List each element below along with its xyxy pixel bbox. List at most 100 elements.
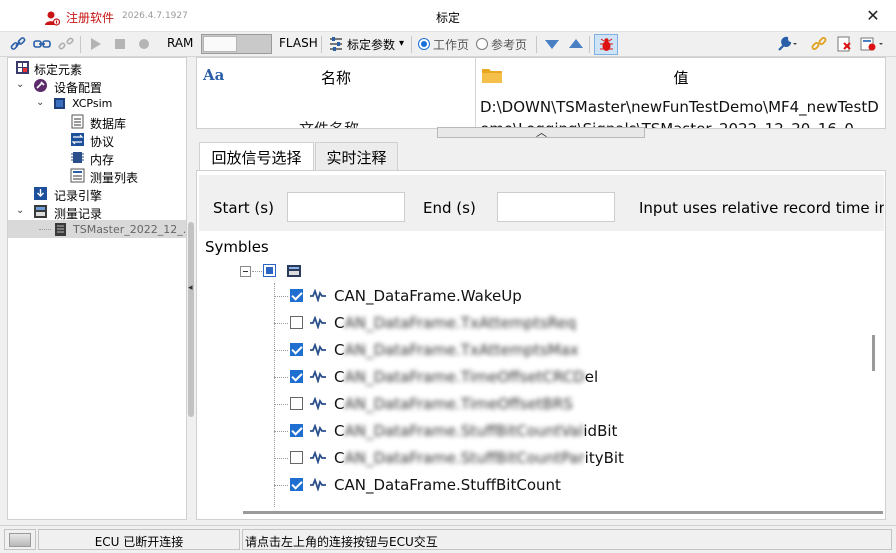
debug-button[interactable] xyxy=(594,34,618,55)
toggle-knob xyxy=(203,36,237,52)
scrollbar-thumb[interactable] xyxy=(243,511,883,514)
protocol-icon xyxy=(71,133,84,146)
ram-flash-toggle[interactable] xyxy=(201,34,272,54)
signal-name-redacted: AN_DataFrame.StuffBitCountPar xyxy=(344,449,585,467)
signal-name-suffix: el xyxy=(584,368,599,386)
horizontal-scrollbar[interactable] xyxy=(201,508,883,518)
chevron-down-icon[interactable]: ⌄ xyxy=(16,205,24,216)
signal-row[interactable]: CAN_DataFrame.StuffBitCountParityBit xyxy=(274,445,864,472)
wrench-icon[interactable] xyxy=(776,35,798,54)
toolbar-separator xyxy=(589,36,590,53)
reference-page-label[interactable]: 参考页 xyxy=(491,36,527,53)
file-name-label: 文件名称 xyxy=(299,120,360,129)
signal-wave-icon xyxy=(310,397,326,410)
calib-params-dropdown[interactable]: 标定参数 xyxy=(347,36,395,53)
tree-guide-line xyxy=(252,271,262,272)
chevron-down-icon[interactable]: ⌄ xyxy=(16,79,24,90)
signal-checkbox[interactable] xyxy=(290,451,303,464)
signal-name: CAN_DataFrame.TxAttemptsReq xyxy=(334,314,576,332)
tree-guide-line xyxy=(274,296,288,297)
toolbar-separator xyxy=(321,36,322,53)
tab-realtime-annotation[interactable]: 实时注释 xyxy=(315,142,398,170)
signal-row[interactable]: CAN_DataFrame.StuffBitCountValidBit xyxy=(274,418,864,445)
value-column-header[interactable]: 值 xyxy=(476,67,885,88)
reference-page-radio[interactable] xyxy=(476,38,488,50)
signal-name-redacted: AN_DataFrame.TxAttemptsReq xyxy=(344,314,577,332)
tab-playback-signal-select[interactable]: 回放信号选择 xyxy=(199,142,314,170)
splitter-grip-bar[interactable]: ︿ xyxy=(437,124,645,140)
signal-checkbox[interactable] xyxy=(290,343,303,356)
signal-name-prefix: C xyxy=(334,422,345,440)
clear-icon[interactable] xyxy=(835,35,853,54)
signal-checkbox[interactable] xyxy=(290,370,303,383)
title-bar: 注册软件 2026.4.7.1927 标定 ✕ xyxy=(0,0,896,32)
relative-time-hint: Input uses relative record time in xyxy=(639,199,884,217)
window-title: 标定 xyxy=(435,11,460,25)
signal-list-scrollbar[interactable] xyxy=(867,261,881,511)
close-button[interactable]: ✕ xyxy=(860,4,886,28)
chevron-up-icon[interactable]: ︿ xyxy=(536,124,547,140)
signal-name-redacted: AN_DataFrame.StuffBitCountVal xyxy=(344,422,584,440)
signal-checkbox[interactable] xyxy=(290,316,303,329)
signal-name: CAN_DataFrame.StuffBitCount xyxy=(334,476,561,494)
signal-name: CAN_DataFrame.WakeUp xyxy=(334,287,522,305)
name-column-header[interactable]: 名称 xyxy=(197,67,475,88)
tree-guide-line xyxy=(274,377,288,378)
start-time-input[interactable] xyxy=(287,192,405,222)
disconnect-icon[interactable] xyxy=(57,35,75,54)
signal-wave-icon xyxy=(310,424,326,437)
signal-name: CAN_DataFrame.TxAttemptsMax xyxy=(334,341,579,359)
signal-checkbox[interactable] xyxy=(290,289,303,302)
collapse-panel-icon[interactable]: ◂ xyxy=(188,283,193,293)
tab-panel: Start (s) End (s) Input uses relative re… xyxy=(196,170,886,520)
status-icon-cell xyxy=(4,529,36,550)
calibration-root-icon xyxy=(16,61,29,74)
tab-strip: 回放信号选择 实时注释 xyxy=(196,140,886,170)
signal-row[interactable]: CAN_DataFrame.WakeUp xyxy=(274,283,864,310)
stop-icon[interactable] xyxy=(112,35,128,54)
database-icon xyxy=(71,114,84,129)
signal-wave-icon xyxy=(310,316,326,329)
play-icon[interactable] xyxy=(88,35,104,54)
measure-list-icon xyxy=(70,168,85,183)
ram-label: RAM xyxy=(167,36,194,50)
signal-row[interactable]: CAN_DataFrame.TimeOffsetBRS xyxy=(274,391,864,418)
signal-row[interactable]: CAN_DataFrame.StuffBitCount xyxy=(274,472,864,499)
collapse-node-icon[interactable] xyxy=(240,266,251,277)
record-icon[interactable] xyxy=(136,35,152,54)
calib-params-icon xyxy=(327,35,345,54)
signal-row[interactable]: CAN_DataFrame.TxAttemptsReq xyxy=(274,310,864,337)
signal-name-redacted: AN_DataFrame.TimeOffsetBRS xyxy=(344,395,573,413)
memory-icon xyxy=(71,152,84,163)
tree-guide-line xyxy=(274,404,288,405)
upload-icon[interactable] xyxy=(567,35,585,54)
signal-group-icon xyxy=(287,265,301,277)
record-file-icon xyxy=(55,223,66,236)
signal-name-prefix: C xyxy=(334,341,345,359)
connect-icon[interactable] xyxy=(33,35,51,54)
working-page-label[interactable]: 工作页 xyxy=(433,36,469,53)
signal-wave-icon xyxy=(310,370,326,383)
signal-row[interactable]: CAN_DataFrame.TxAttemptsMax xyxy=(274,337,864,364)
symbles-label: Symbles xyxy=(205,238,269,256)
link-icon[interactable] xyxy=(9,35,27,54)
chain-icon[interactable] xyxy=(810,35,828,54)
ecu-status-icon xyxy=(9,533,31,547)
scrollbar-thumb[interactable] xyxy=(872,335,875,371)
signal-checkbox[interactable] xyxy=(290,397,303,410)
root-partial-checkbox[interactable] xyxy=(263,264,276,277)
download-icon[interactable] xyxy=(543,35,561,54)
signal-name: CAN_DataFrame.StuffBitCountParityBit xyxy=(334,449,624,467)
chevron-down-icon[interactable]: ⌄ xyxy=(36,97,44,108)
signal-row[interactable]: CAN_DataFrame.TimeOffsetCRCDel xyxy=(274,364,864,391)
signal-name: CAN_DataFrame.TimeOffsetCRCDel xyxy=(334,368,598,386)
end-time-input[interactable] xyxy=(497,192,615,222)
signal-checkbox[interactable] xyxy=(290,478,303,491)
working-page-radio[interactable] xyxy=(418,38,430,50)
signal-checkbox[interactable] xyxy=(290,424,303,437)
settings-icon[interactable] xyxy=(859,35,887,54)
scrollbar-thumb[interactable] xyxy=(188,222,194,417)
tree-guide-line xyxy=(274,485,288,486)
signal-wave-icon xyxy=(310,451,326,464)
chevron-down-icon[interactable]: ▾ xyxy=(399,38,404,49)
